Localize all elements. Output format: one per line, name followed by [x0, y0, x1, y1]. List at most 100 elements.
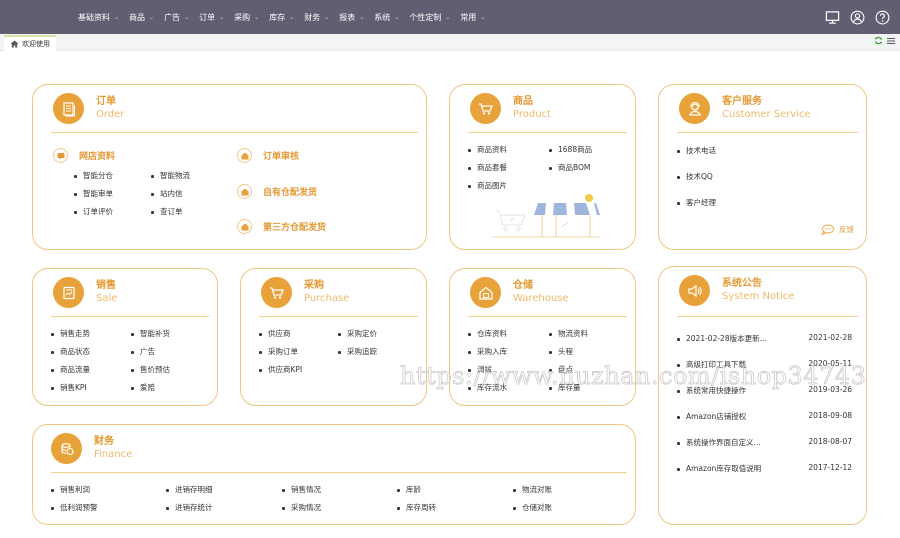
link-item[interactable]: 销售情况 [282, 481, 321, 499]
link-item[interactable]: 供应商KPI [259, 361, 302, 379]
warehouse-icon [237, 148, 252, 163]
card-subtitle: Warehouse [513, 293, 569, 304]
link-item[interactable]: 库存量 [549, 379, 588, 397]
link-item[interactable]: 技术电话 [677, 142, 716, 168]
nav-inventory[interactable]: 库存 ⌄ [269, 12, 294, 23]
link-item[interactable]: 客户经理 [677, 194, 716, 220]
sale-links-col1: 销售走势 商品状态 商品流量 销售KPI [51, 325, 90, 397]
purchase-links-col2: 采购定价 采购追踪 [338, 325, 377, 361]
notice-date: 2017-12-12 [808, 463, 852, 472]
cart-icon [470, 93, 501, 124]
home-icon [10, 40, 19, 48]
link-item[interactable]: 采购定价 [338, 325, 377, 343]
link-item[interactable]: 低利润预警 [51, 499, 98, 517]
link-item[interactable]: 商品套餐 [468, 159, 507, 177]
link-item[interactable]: 商品流量 [51, 361, 90, 379]
nav-system[interactable]: 系统 ⌄ [374, 12, 399, 23]
chevron-down-icon: ⌄ [184, 13, 190, 21]
order-review-link[interactable]: 订单审核 [237, 148, 299, 163]
link-item[interactable]: 爱赔 [131, 379, 170, 397]
nav-reports[interactable]: 报表 ⌄ [339, 12, 364, 23]
tab-bar: 欢迎使用 [0, 34, 900, 51]
link-item[interactable]: 订单评价 [74, 203, 113, 221]
notice-item[interactable]: 2021-02-28版本更新... 2021-02-28 [677, 333, 852, 347]
link-item[interactable]: 库存周转 [397, 499, 436, 517]
shop-links-col1: 智能分仓 智能审单 订单评价 [74, 167, 113, 221]
link-item[interactable]: 采购情况 [282, 499, 321, 517]
link-item[interactable]: 智能补货 [131, 325, 170, 343]
link-item[interactable]: 采购入库 [468, 343, 507, 361]
nav-product[interactable]: 商品 ⌄ [129, 12, 154, 23]
card-title: 财务 [94, 436, 114, 447]
nav-purchase[interactable]: 采购 ⌄ [234, 12, 259, 23]
link-item[interactable]: 商品状态 [51, 343, 90, 361]
link-item[interactable]: 销售走势 [51, 325, 90, 343]
link-item[interactable]: 头程 [549, 343, 588, 361]
link-item[interactable]: 库存流水 [468, 379, 507, 397]
link-item[interactable]: 仓库资料 [468, 325, 507, 343]
link-item[interactable]: 调拨 [468, 361, 507, 379]
monitor-icon[interactable] [825, 10, 840, 25]
link-item[interactable]: 仓储对账 [513, 499, 552, 517]
notice-item[interactable]: 高级打印工具下载 2020-05-11 [677, 359, 852, 373]
link-item[interactable]: 查订单 [151, 203, 190, 221]
link-item[interactable]: 售价预估 [131, 361, 170, 379]
link-item[interactable]: 物流对账 [513, 481, 552, 499]
user-icon[interactable] [850, 10, 865, 25]
nav-label: 库存 [269, 12, 286, 22]
shop-data-heading[interactable]: 网店资料 [53, 148, 115, 163]
link-item[interactable]: 技术QQ [677, 168, 716, 194]
link-item[interactable]: 盘点 [549, 361, 588, 379]
divider [259, 316, 418, 317]
card-subtitle: Customer Service [722, 109, 811, 120]
link-item[interactable]: 销售利润 [51, 481, 98, 499]
menu-icon[interactable] [887, 37, 895, 45]
action-label: 订单审核 [263, 152, 300, 162]
link-item[interactable]: 进销存明细 [166, 481, 213, 499]
notice-item[interactable]: 系统操作界面自定义... 2018-08-07 [677, 437, 852, 451]
link-item[interactable]: 商品资料 [468, 141, 507, 159]
link-item[interactable]: 广告 [131, 343, 170, 361]
link-item[interactable]: 智能分仓 [74, 167, 113, 185]
nav-label: 广告 [164, 12, 181, 22]
warehouse-card: 仓储 Warehouse 仓库资料 采购入库 调拨 库存流水 物流资料 头程 盘… [449, 268, 636, 406]
notice-item[interactable]: 系统常用快捷操作 2019-03-26 [677, 385, 852, 399]
card-title: 采购 [304, 280, 324, 291]
feedback-button[interactable]: 反馈 [821, 224, 854, 235]
link-item[interactable]: 物流资料 [549, 325, 588, 343]
notice-item[interactable]: Amazon店铺授权 2018-09-08 [677, 411, 852, 425]
link-item[interactable]: 1688商品 [549, 141, 592, 159]
nav-order[interactable]: 订单 ⌄ [199, 12, 224, 23]
purchase-links-col1: 供应商 采购订单 供应商KPI [259, 325, 302, 379]
help-icon[interactable] [875, 10, 890, 25]
link-item[interactable]: 销售KPI [51, 379, 90, 397]
tab-welcome[interactable]: 欢迎使用 [4, 35, 56, 51]
notice-item[interactable]: Amazon库存取值说明 2017-12-12 [677, 463, 852, 477]
card-subtitle: Finance [94, 449, 133, 460]
own-warehouse-ship-link[interactable]: 自有仓配发货 [237, 184, 317, 199]
link-item[interactable]: 智能审单 [74, 185, 113, 203]
nav-customize[interactable]: 个性定制 ⌄ [409, 12, 450, 23]
chevron-down-icon: ⌄ [219, 13, 225, 21]
nav-common[interactable]: 常用 ⌄ [460, 12, 485, 23]
card-subtitle: Order [96, 109, 125, 120]
divider [51, 316, 209, 317]
nav-basic-data[interactable]: 基础资料 ⌄ [78, 12, 119, 23]
nav-finance[interactable]: 财务 ⌄ [304, 12, 329, 23]
card-subtitle: Product [513, 109, 551, 120]
link-item[interactable]: 站内信 [151, 185, 190, 203]
link-item[interactable]: 商品BOM [549, 159, 592, 177]
warehouse-icon [237, 219, 252, 234]
third-party-ship-link[interactable]: 第三方仓配发货 [237, 219, 326, 234]
link-item[interactable]: 采购追踪 [338, 343, 377, 361]
link-item[interactable]: 进销存统计 [166, 499, 213, 517]
link-item[interactable]: 库龄 [397, 481, 436, 499]
action-label: 自有仓配发货 [263, 188, 318, 198]
nav-ads[interactable]: 广告 ⌄ [164, 12, 189, 23]
link-item[interactable]: 供应商 [259, 325, 302, 343]
link-item[interactable]: 智能物流 [151, 167, 190, 185]
chevron-down-icon: ⌄ [359, 13, 365, 21]
refresh-icon[interactable] [874, 36, 883, 45]
link-item[interactable]: 采购订单 [259, 343, 302, 361]
warehouse-icon [237, 184, 252, 199]
